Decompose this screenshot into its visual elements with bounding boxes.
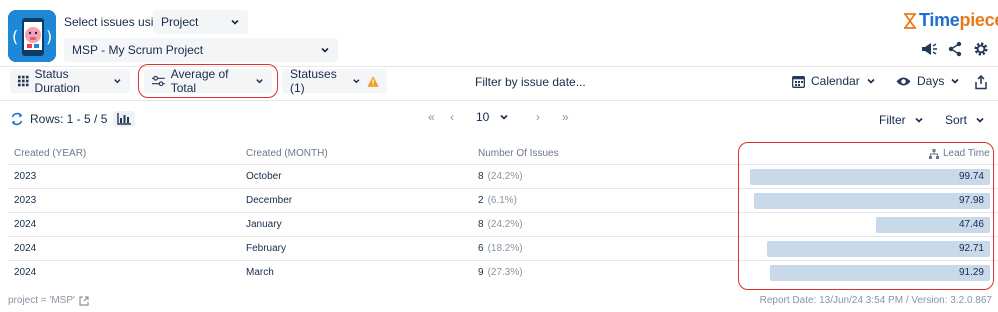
warning-icon <box>367 75 379 87</box>
source-select-value: Project <box>161 15 199 29</box>
cell-month: December <box>246 195 293 206</box>
cell-month: February <box>246 243 287 254</box>
sort-button[interactable]: Sort <box>945 113 985 127</box>
cell-year: 2023 <box>14 171 37 182</box>
page-size-select[interactable]: 10 <box>476 110 536 124</box>
statuses-button[interactable]: Statuses (1) <box>282 67 387 95</box>
export-button[interactable] <box>972 73 990 91</box>
issues-percent: (27.3%) <box>487 267 523 278</box>
statuses-label: Statuses (1) <box>290 67 337 95</box>
calendar-icon <box>792 75 805 88</box>
cell-month: January <box>246 219 282 230</box>
issues-count: 2 <box>478 195 484 206</box>
next-page-icon[interactable]: › <box>536 110 562 124</box>
sliders-icon <box>152 75 165 87</box>
calendar-label: Calendar <box>811 74 860 88</box>
bar-chart-icon <box>117 113 132 125</box>
cell-year: 2023 <box>14 195 37 206</box>
issues-percent: (6.1%) <box>487 195 518 206</box>
average-of-total-label: Average of Total <box>170 67 229 95</box>
issues-percent: (24.2%) <box>487 171 523 182</box>
issues-count: 9 <box>478 267 484 278</box>
share-icon <box>948 41 962 57</box>
issues-count: 8 <box>478 219 484 230</box>
page-size-value: 10 <box>476 110 490 124</box>
chevron-down-icon <box>321 47 329 53</box>
header-number-of-issues[interactable]: Number Of Issues <box>478 148 559 159</box>
cell-issues: 8 (24.2%) <box>478 219 523 230</box>
chevron-down-icon <box>114 79 121 84</box>
first-page-icon[interactable]: « <box>428 110 450 124</box>
grid-icon <box>18 75 29 87</box>
report-info: Report Date: 13/Jun/24 3:54 PM / Version… <box>759 295 992 306</box>
lead-time-highlight <box>738 142 994 290</box>
eye-icon <box>896 77 911 85</box>
status-duration-label: Status Duration <box>34 67 80 95</box>
average-of-total-button[interactable]: Average of Total <box>144 67 272 95</box>
project-select-value: MSP - My Scrum Project <box>72 43 204 57</box>
pagination: « ‹ 10 › » <box>428 110 584 124</box>
status-duration-button[interactable]: Status Duration <box>10 67 130 95</box>
chevron-down-icon <box>867 78 875 84</box>
chevron-down-icon <box>231 19 239 25</box>
cell-year: 2024 <box>14 243 37 254</box>
chevron-down-icon <box>915 117 923 123</box>
hourglass-icon <box>904 12 916 29</box>
cell-year: 2024 <box>14 267 37 278</box>
filter-by-date[interactable]: Filter by issue date... <box>475 75 586 89</box>
rows-label: Rows: 1 - 5 / 5 <box>30 112 108 126</box>
chevron-down-icon <box>951 78 959 84</box>
project-select[interactable]: MSP - My Scrum Project <box>64 38 338 62</box>
chart-toggle-button[interactable] <box>113 111 136 127</box>
header-created-year[interactable]: Created (YEAR) <box>14 148 86 159</box>
last-page-icon[interactable]: » <box>562 110 584 124</box>
select-issues-label: Select issues using <box>64 15 167 29</box>
svg-text:(: ( <box>12 27 18 46</box>
chevron-down-icon <box>353 79 360 84</box>
issues-percent: (24.2%) <box>487 219 523 230</box>
source-select[interactable]: Project <box>153 10 248 34</box>
sort-label: Sort <box>945 113 968 127</box>
svg-text:): ) <box>46 27 52 46</box>
divider <box>0 100 998 101</box>
megaphone-icon <box>922 43 937 55</box>
query-link[interactable]: project = 'MSP' <box>8 295 89 306</box>
cell-issues: 9 (27.3%) <box>478 267 523 278</box>
days-label: Days <box>917 74 945 88</box>
gear-icon <box>974 42 988 56</box>
header-created-month[interactable]: Created (MONTH) <box>246 148 328 159</box>
announcement-button[interactable] <box>920 40 938 58</box>
days-button[interactable]: Days <box>896 74 960 88</box>
settings-button[interactable] <box>972 40 990 58</box>
cell-issues: 6 (18.2%) <box>478 243 523 254</box>
filter-button[interactable]: Filter <box>879 113 924 127</box>
brand-name-time: Time <box>919 10 960 30</box>
cell-month: October <box>246 171 282 182</box>
cell-issues: 2 (6.1%) <box>478 195 517 206</box>
issues-count: 6 <box>478 243 484 254</box>
query-text: project = 'MSP' <box>8 295 75 306</box>
share-button[interactable] <box>946 40 964 58</box>
cell-year: 2024 <box>14 219 37 230</box>
issues-percent: (18.2%) <box>487 243 523 254</box>
external-link-icon <box>79 295 89 306</box>
export-icon <box>975 74 987 89</box>
app-logo: ( ) <box>8 10 56 62</box>
calendar-button[interactable]: Calendar <box>792 74 876 88</box>
prev-page-icon[interactable]: ‹ <box>450 110 472 124</box>
timepiece-brand: Timepiece <box>903 10 998 31</box>
cell-issues: 8 (24.2%) <box>478 171 523 182</box>
chevron-down-icon <box>500 114 508 120</box>
filter-label: Filter <box>879 113 906 127</box>
issues-count: 8 <box>478 171 484 182</box>
cell-month: March <box>246 267 274 278</box>
chevron-down-icon <box>976 117 984 123</box>
rows-info: Rows: 1 - 5 / 5 <box>10 111 136 127</box>
chevron-down-icon <box>256 79 263 84</box>
refresh-icon[interactable] <box>10 112 24 126</box>
brand-name-piece: piece <box>959 10 998 30</box>
